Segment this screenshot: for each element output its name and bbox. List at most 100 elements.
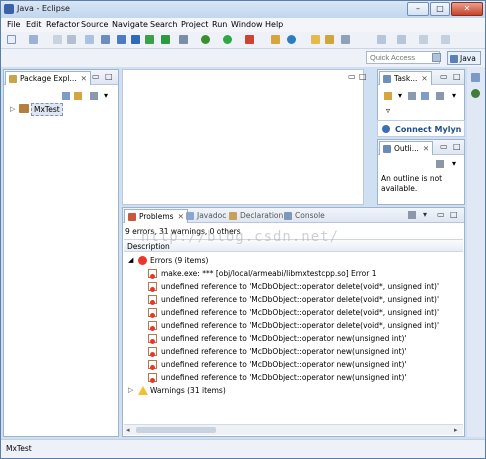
quick-access-input[interactable] bbox=[366, 51, 440, 64]
new-task-icon[interactable] bbox=[384, 92, 392, 100]
view-menu-icon[interactable] bbox=[436, 92, 444, 100]
menu-edit[interactable]: Edit bbox=[26, 20, 42, 29]
horizontal-scrollbar[interactable]: ◂ ▸ bbox=[124, 424, 463, 435]
minimize-view-icon[interactable]: ▭ bbox=[440, 142, 448, 151]
android-sdk-icon[interactable] bbox=[101, 35, 110, 44]
error-row[interactable]: undefined reference to 'McDbObject::oper… bbox=[124, 345, 463, 358]
avd-manager-icon[interactable] bbox=[145, 35, 154, 44]
menu-window[interactable]: Window bbox=[231, 20, 263, 29]
open-type-icon[interactable] bbox=[311, 35, 320, 44]
outline-tabbar: Outli... ✕ ▭ □ bbox=[378, 140, 464, 155]
scrollbar-thumb[interactable] bbox=[136, 427, 216, 433]
error-row[interactable]: undefined reference to 'McDbObject::oper… bbox=[124, 280, 463, 293]
minimize-view-icon[interactable]: ▭ bbox=[440, 72, 448, 81]
external-tools-icon[interactable] bbox=[245, 35, 254, 44]
new-icon[interactable] bbox=[7, 35, 16, 44]
open-perspective-icon[interactable] bbox=[432, 53, 441, 62]
error-row[interactable]: undefined reference to 'McDbObject::oper… bbox=[124, 293, 463, 306]
collapse-all-icon[interactable] bbox=[62, 92, 70, 100]
search-tool-icon[interactable] bbox=[341, 35, 350, 44]
tab-package-explorer[interactable]: Package Expl... ✕ bbox=[5, 71, 91, 85]
warnings-group-row[interactable]: ▷ Warnings (31 items) bbox=[124, 384, 463, 397]
editor-minimize-icon[interactable]: ▭ bbox=[348, 72, 356, 81]
editor-maximize-icon[interactable]: □ bbox=[359, 72, 367, 81]
error-row[interactable]: undefined reference to 'McDbObject::oper… bbox=[124, 358, 463, 371]
view-menu-chevron-icon[interactable]: ▾ bbox=[104, 91, 108, 100]
new-java-project-icon[interactable] bbox=[271, 35, 280, 44]
save-all-icon[interactable] bbox=[53, 35, 62, 44]
tree-item-mxtest[interactable]: MxTest bbox=[31, 103, 63, 116]
error-row[interactable]: undefined reference to 'McDbObject::oper… bbox=[124, 319, 463, 332]
java-perspective-button[interactable]: Java bbox=[447, 51, 481, 65]
outline-tool-icon[interactable] bbox=[179, 35, 188, 44]
debug-tool-icon[interactable] bbox=[117, 35, 126, 44]
run-icon[interactable] bbox=[223, 35, 232, 44]
maximize-view-icon[interactable]: □ bbox=[453, 142, 461, 151]
save-icon[interactable] bbox=[29, 35, 38, 44]
forward-icon[interactable] bbox=[441, 35, 450, 44]
open-folder-icon[interactable] bbox=[325, 35, 334, 44]
new-task-dropdown-icon[interactable]: ▾ bbox=[398, 91, 402, 100]
menu-project[interactable]: Project bbox=[181, 20, 208, 29]
errors-group-row[interactable]: ◢ Errors (9 items) bbox=[124, 254, 463, 267]
error-row[interactable]: undefined reference to 'McDbObject::oper… bbox=[124, 371, 463, 384]
focus-icon[interactable] bbox=[408, 92, 416, 100]
error-row[interactable]: undefined reference to 'McDbObject::oper… bbox=[124, 332, 463, 345]
menu-source[interactable]: Source bbox=[81, 20, 108, 29]
expand-arrow-icon[interactable]: ▷ bbox=[128, 386, 133, 394]
tab-console[interactable]: Console bbox=[281, 209, 328, 223]
tab-javadoc[interactable]: Javadoc bbox=[183, 209, 229, 223]
view-menu-icon[interactable] bbox=[90, 92, 98, 100]
next-annotation-icon[interactable] bbox=[377, 35, 386, 44]
scroll-right-icon[interactable]: ▸ bbox=[454, 426, 458, 434]
collapse-arrow-icon[interactable]: ◢ bbox=[128, 256, 133, 264]
tab-declaration[interactable]: Declaration bbox=[226, 209, 286, 223]
minimize-view-icon[interactable]: ▭ bbox=[92, 72, 100, 81]
minimize-view-icon[interactable]: ▭ bbox=[437, 210, 445, 219]
view-menu-chevron-icon[interactable]: ▾ bbox=[423, 210, 427, 219]
back-icon[interactable] bbox=[419, 35, 428, 44]
close-button[interactable]: ✕ bbox=[451, 2, 483, 16]
maximize-view-icon[interactable]: □ bbox=[453, 72, 461, 81]
categorized-icon[interactable] bbox=[421, 92, 429, 100]
tab-problems[interactable]: Problems ✕ bbox=[124, 209, 188, 223]
restore-icon[interactable] bbox=[471, 73, 480, 82]
print-icon[interactable] bbox=[67, 35, 76, 44]
expand-arrow-icon[interactable]: ▷ bbox=[10, 105, 15, 113]
check-icon[interactable] bbox=[161, 35, 170, 44]
maximize-view-icon[interactable]: □ bbox=[105, 72, 113, 81]
close-tab-icon[interactable]: ✕ bbox=[421, 74, 427, 83]
tab-task-list[interactable]: Task... ✕ bbox=[379, 71, 432, 85]
menu-help[interactable]: Help bbox=[265, 20, 283, 29]
scroll-left-icon[interactable]: ◂ bbox=[126, 426, 130, 434]
tab-outline[interactable]: Outli... ✕ bbox=[379, 141, 434, 155]
maximize-button[interactable]: □ bbox=[430, 2, 450, 16]
android-icon[interactable] bbox=[471, 89, 480, 98]
close-tab-icon[interactable]: ✕ bbox=[81, 74, 87, 83]
menu-run[interactable]: Run bbox=[212, 20, 227, 29]
maximize-view-icon[interactable]: □ bbox=[450, 210, 458, 219]
debug-icon[interactable] bbox=[201, 35, 210, 44]
link-editor-icon[interactable] bbox=[74, 92, 82, 100]
previous-annotation-icon[interactable] bbox=[397, 35, 406, 44]
java-perspective-icon bbox=[450, 55, 458, 63]
menu-search[interactable]: Search bbox=[150, 20, 177, 29]
view-menu-chevron-icon[interactable]: ▾ bbox=[452, 159, 456, 168]
error-row[interactable]: make.exe: *** [obj/local/armeabi/libmxte… bbox=[124, 267, 463, 280]
view-menu-icon[interactable] bbox=[408, 211, 416, 219]
device-icon[interactable] bbox=[131, 35, 140, 44]
expand-chevron-icon[interactable]: ▿ bbox=[386, 106, 390, 115]
build-icon[interactable] bbox=[85, 35, 94, 44]
menu-file[interactable]: File bbox=[7, 20, 20, 29]
menu-refactor[interactable]: Refactor bbox=[46, 20, 80, 29]
menu-navigate[interactable]: Navigate bbox=[112, 20, 148, 29]
view-menu-icon[interactable] bbox=[436, 160, 444, 168]
view-menu-chevron-icon[interactable]: ▾ bbox=[452, 91, 456, 100]
new-package-icon[interactable] bbox=[287, 35, 296, 44]
error-row[interactable]: undefined reference to 'McDbObject::oper… bbox=[124, 306, 463, 319]
task-list-icon bbox=[383, 75, 391, 83]
window-title: Java - Eclipse bbox=[17, 4, 70, 13]
minimize-button[interactable]: – bbox=[407, 2, 429, 16]
close-tab-icon[interactable]: ✕ bbox=[423, 144, 429, 153]
connect-mylyn-link[interactable]: Connect Mylyn bbox=[395, 125, 461, 134]
